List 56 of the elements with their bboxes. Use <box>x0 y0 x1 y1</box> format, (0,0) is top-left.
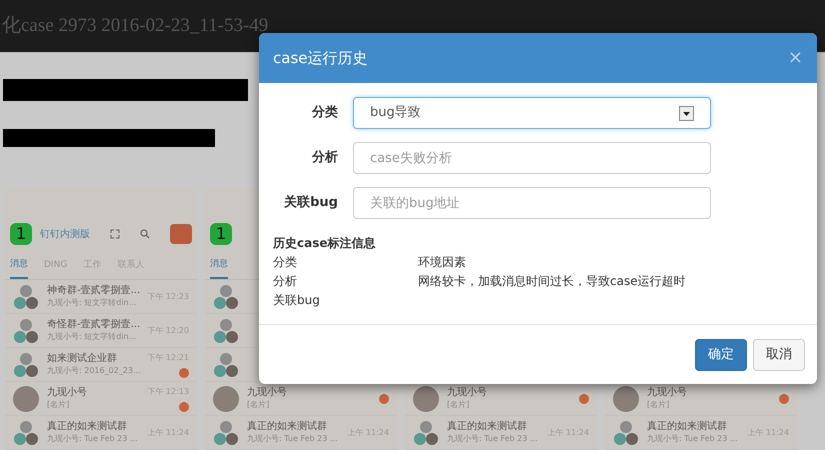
field-label: 分类 <box>310 104 338 122</box>
history-value: 网络较卡，加载消息时间过长，导致case运行超时 <box>418 273 686 290</box>
chat-title: 奇怪群-壹贰零捌壹... <box>47 319 137 332</box>
chat-preview: [名片] <box>47 400 70 410</box>
group-avatar-icon <box>213 420 239 446</box>
chat-title: 九现小号 <box>247 387 288 400</box>
field-label: 关联bug <box>282 194 338 212</box>
fullscreen-icon <box>110 229 120 239</box>
category-select[interactable]: bug导致 <box>353 97 711 129</box>
group-avatar-icon <box>413 420 439 446</box>
count-badge: 1 <box>210 223 232 245</box>
field-label: 分析 <box>310 149 338 168</box>
chat-preview: [名片] <box>447 400 470 410</box>
chat-preview: 九现小号: Tue Feb 23 ... <box>247 434 337 444</box>
chat-title: 真正的如来测试群 <box>647 421 728 434</box>
history-title: 历史case标注信息 <box>273 235 376 252</box>
chat-title: 神奇群-壹贰零捌壹... <box>47 285 137 298</box>
chat-preview: 九现小号: 短文字转din... <box>47 298 137 308</box>
chat-title: 真正的如来测试群 <box>447 421 528 434</box>
group-avatar-icon <box>13 318 39 344</box>
chat-title: 真正的如来测试群 <box>47 421 128 434</box>
tab[interactable]: 消息 <box>10 252 28 279</box>
chat-preview: [名片] <box>247 400 270 410</box>
chat-title: 九现小号 <box>47 387 88 400</box>
cancel-button[interactable]: 取消 <box>753 338 805 370</box>
chat-preview: 九现小号: Tue Feb 23 ... <box>447 434 537 444</box>
tab[interactable]: 消息 <box>210 252 228 279</box>
chat-preview: [名片] <box>647 400 670 410</box>
input-field[interactable]: 关联的bug地址 <box>353 187 711 219</box>
chat-title: 九现小号 <box>447 387 488 400</box>
group-avatar-icon <box>213 352 239 378</box>
count-badge: 1 <box>10 223 32 245</box>
app-name: 钉钉内测版 <box>40 228 90 242</box>
group-avatar-icon <box>13 420 39 446</box>
group-avatar-icon <box>613 420 639 446</box>
chat-preview: 九现小号: 短文字转din... <box>47 332 137 342</box>
group-avatar-icon <box>213 284 239 310</box>
group-avatar-icon <box>13 284 39 310</box>
chat-preview: 九现小号: Tue Feb 23 ... <box>647 434 737 444</box>
history-value: 环境因素 <box>418 254 466 271</box>
history-label: 关联bug <box>273 292 321 309</box>
search-icon <box>140 229 150 239</box>
history-label: 分类 <box>273 254 298 271</box>
dialog-title: case运行历史 <box>273 48 368 69</box>
group-avatar-icon <box>213 318 239 344</box>
chat-title: 九现小号 <box>647 387 688 400</box>
chat-preview: 九现小号: Tue Feb 23 ... <box>47 434 137 444</box>
close-button[interactable]: × <box>788 49 803 67</box>
page-title: 化case 2973 2016-02-23_11-53-49 <box>2 14 268 38</box>
chat-title: 真正的如来测试群 <box>247 421 328 434</box>
chat-title: 如来测试企业群 <box>47 353 118 366</box>
profile-avatar <box>170 224 192 244</box>
group-avatar-icon <box>13 352 39 378</box>
input-field[interactable]: case失败分析 <box>353 142 711 174</box>
confirm-button[interactable]: 确定 <box>695 338 747 370</box>
history-label: 分析 <box>273 273 298 290</box>
